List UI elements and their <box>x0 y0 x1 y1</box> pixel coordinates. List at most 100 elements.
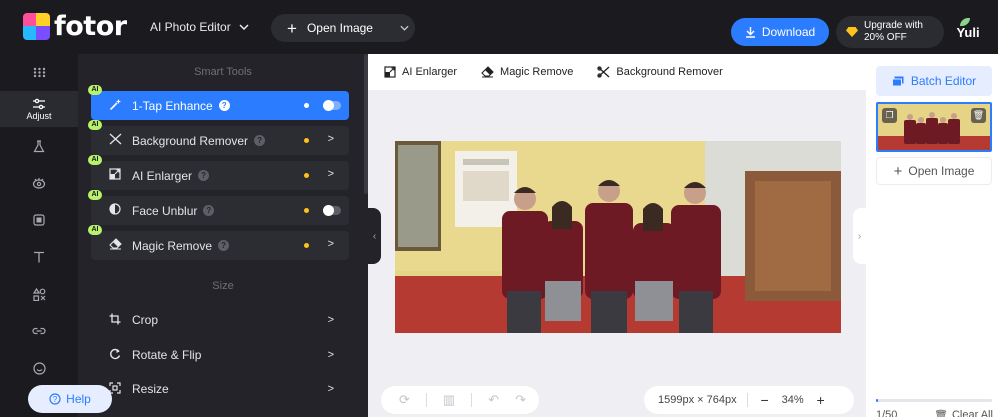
new-indicator-dot <box>304 208 309 213</box>
eye-icon <box>32 178 46 189</box>
ai-badge: AI <box>88 120 102 130</box>
right-panel: Batch Editor ❐ 🗑 + Open Image 1/50 🗑 Cle… <box>866 54 998 417</box>
chevron-right-icon: › <box>857 230 862 242</box>
zoom-level[interactable]: 34% <box>782 394 804 406</box>
undo-icon[interactable]: ↶ <box>488 392 499 408</box>
zoom-out-button[interactable]: − <box>758 392 772 408</box>
rail-item-beauty[interactable] <box>0 165 78 201</box>
scissors-icon <box>597 66 610 78</box>
canvas-quick-toolbar: AI Enlarger Magic Remove Background Remo… <box>368 54 866 90</box>
rail-item-templates[interactable] <box>0 54 78 90</box>
frame-icon <box>33 214 45 226</box>
tool-label: Resize <box>132 382 169 396</box>
chevron-left-icon: ‹ <box>372 230 377 242</box>
collapse-right-panel-button[interactable]: › <box>853 208 866 264</box>
tool-label: 1-Tap Enhance <box>132 98 213 113</box>
zoom-bar: 1599px × 764px − 34% + <box>644 386 854 414</box>
fotor-logo[interactable]: fotor <box>23 11 127 42</box>
download-label: Download <box>761 25 816 39</box>
tool-crop[interactable]: Crop > <box>91 306 349 334</box>
reset-icon[interactable]: ⟳ <box>399 392 410 408</box>
clear-all-label: Clear All <box>951 409 993 417</box>
batch-editor-label: Batch Editor <box>910 74 977 88</box>
add-image-button[interactable]: + Open Image <box>876 157 992 185</box>
collapse-tools-panel-button[interactable]: ‹ <box>368 208 381 264</box>
tool-ai-enlarger[interactable]: AI AI Enlarger ? > <box>88 155 349 190</box>
download-button[interactable]: Download <box>731 18 829 46</box>
tool-face-unblur[interactable]: AI Face Unblur ? <box>88 190 349 225</box>
text-icon <box>34 251 44 263</box>
trash-icon: 🗑 <box>934 410 948 417</box>
upgrade-line2: 20% OFF <box>864 32 907 43</box>
user-name: Yuli <box>956 25 980 40</box>
open-image-dropdown-toggle[interactable] <box>393 14 415 42</box>
divider <box>746 393 748 407</box>
tool-rotate-flip[interactable]: Rotate & Flip > <box>91 341 349 369</box>
rail-item-uploads[interactable] <box>0 313 78 349</box>
enlarger-icon <box>108 168 122 183</box>
beaker-icon <box>33 139 45 152</box>
help-icon[interactable]: ? <box>198 170 210 181</box>
help-icon[interactable]: ? <box>203 205 215 216</box>
rail-item-adjust-label: Adjust <box>26 110 52 121</box>
rail-item-text[interactable] <box>0 239 78 275</box>
quick-background-remover-button[interactable]: Background Remover <box>597 66 723 78</box>
chevron-right-icon: > <box>327 133 334 145</box>
tool-label: Rotate & Flip <box>132 348 202 362</box>
compare-icon[interactable]: ▥ <box>443 392 455 408</box>
tool-magic-remove[interactable]: AI Magic Remove ? > <box>88 225 349 260</box>
tool-background-remover[interactable]: AI Background Remover ? > <box>88 120 349 155</box>
help-button[interactable]: ? Help <box>28 385 112 413</box>
new-indicator-dot <box>304 173 309 178</box>
zoom-in-button[interactable]: + <box>814 392 828 408</box>
quick-ai-enlarger-button[interactable]: AI Enlarger <box>384 66 457 78</box>
chevron-right-icon: > <box>327 383 334 395</box>
upgrade-button[interactable]: Upgrade with 20% OFF <box>836 16 944 48</box>
rail-item-elements[interactable] <box>0 276 78 312</box>
question-circle-icon: ? <box>49 393 61 405</box>
layers-icon <box>891 76 904 86</box>
image-thumbnail[interactable]: ❐ 🗑 <box>876 102 992 152</box>
upgrade-line1: Upgrade with <box>864 20 923 31</box>
tools-panel: Smart Tools AI 1-Tap Enhance ? AI Backgr… <box>78 54 368 417</box>
diamond-icon <box>846 27 858 37</box>
enhance-toggle[interactable] <box>323 100 341 111</box>
user-avatar[interactable]: Yuli <box>953 16 983 48</box>
history-toolbar: ⟳ ▥ ↶ ↷ <box>381 386 539 414</box>
batch-editor-button[interactable]: Batch Editor <box>876 66 992 96</box>
help-icon[interactable]: ? <box>254 135 266 146</box>
tool-label: Background Remover <box>132 133 249 148</box>
smart-tools-heading: Smart Tools <box>194 66 252 78</box>
tool-resize[interactable]: Resize > <box>91 375 349 403</box>
rail-item-adjust[interactable]: Adjust <box>0 91 78 127</box>
chevron-right-icon: > <box>327 238 334 250</box>
chevron-down-icon <box>239 24 249 30</box>
redo-icon[interactable]: ↷ <box>515 392 526 408</box>
rail-item-effects[interactable] <box>0 128 78 164</box>
help-icon[interactable]: ? <box>218 240 230 251</box>
crop-icon <box>108 313 122 328</box>
rail-item-frames[interactable] <box>0 202 78 238</box>
clear-all-button[interactable]: 🗑 Clear All <box>934 409 993 417</box>
photo-canvas[interactable] <box>395 141 841 333</box>
ai-badge: AI <box>88 85 102 95</box>
quick-magic-remove-label: Magic Remove <box>500 66 574 78</box>
elements-icon <box>32 287 45 301</box>
tool-1-tap-enhance[interactable]: AI 1-Tap Enhance ? <box>88 85 349 120</box>
ai-badge: AI <box>88 190 102 200</box>
plus-icon: + <box>287 18 297 38</box>
new-indicator-dot <box>304 138 309 143</box>
delete-thumbnail-icon[interactable]: 🗑 <box>971 108 986 123</box>
layers-badge-icon[interactable]: ❐ <box>882 108 897 123</box>
adjust-icon <box>33 98 45 109</box>
quick-magic-remove-button[interactable]: Magic Remove <box>481 66 573 78</box>
batch-progress-track <box>876 399 992 402</box>
help-icon[interactable]: ? <box>218 100 230 111</box>
face-unblur-toggle[interactable] <box>323 205 341 216</box>
fotor-logo-icon <box>23 13 50 40</box>
ai-photo-editor-dropdown[interactable]: AI Photo Editor <box>150 20 249 34</box>
eraser-icon <box>481 66 494 78</box>
download-icon <box>745 27 755 38</box>
size-heading: Size <box>212 280 234 292</box>
rail-item-stickers[interactable] <box>0 350 78 386</box>
